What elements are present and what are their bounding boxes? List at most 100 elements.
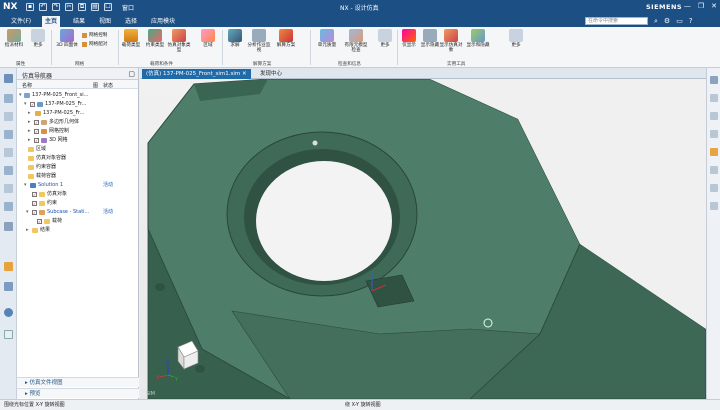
process-studio-icon[interactable] [4,202,13,211]
load-type-button[interactable]: 载荷类型 [119,29,143,48]
copy-icon[interactable]: ⧉ [78,3,86,11]
minimize-button[interactable]: — [684,2,691,10]
simulation-object-type-button[interactable]: 仿真对象类型 [167,29,191,53]
window-icon[interactable]: ▭ [676,17,683,26]
fit-view-icon[interactable] [710,94,718,102]
constraint-type-button[interactable]: 约束类型 [143,29,167,48]
tree-row[interactable]: ✓ 载荷 [17,217,139,226]
column-status[interactable]: 状态 [103,82,113,89]
sim-navigator-tab-icon[interactable] [4,74,13,83]
solve-button[interactable]: 求解 [223,29,247,48]
shading-icon[interactable] [710,148,718,156]
menu-home[interactable]: 主页 [42,16,61,27]
constraint-navigator-icon[interactable] [4,130,13,139]
palette-icon[interactable] [4,282,13,291]
tree-row[interactable]: ✓ 仿真对象 [17,190,139,199]
close-icon[interactable]: ✕ [242,71,247,77]
tree-row[interactable]: ▸ ✓ 多边形几何体 [17,118,139,127]
column-flag[interactable]: 图 [93,82,98,89]
menu-application[interactable]: 应用模块 [148,16,178,27]
3d-tetra-button[interactable]: 3D 四面体 [55,29,79,48]
solution-button[interactable]: 解算方案 [274,29,298,48]
navigator-header: 仿真导航器 ▢ [17,68,138,80]
mesh-mating-button[interactable]: 网格配对 [82,41,107,47]
system-materials-icon[interactable] [4,184,13,193]
column-name[interactable]: 名称 [22,82,32,89]
tree-row[interactable]: ▾ Solution 1 活动 [17,181,139,190]
close-button[interactable]: ✕ [711,2,717,10]
quality-icon [320,29,334,42]
folder-icon [28,147,34,152]
visibility-checkbox[interactable]: ✓ [30,102,35,107]
display-icon[interactable] [710,202,718,210]
visibility-checkbox[interactable]: ✓ [32,192,37,197]
menu-results[interactable]: 结果 [70,16,88,27]
tab-sim-file[interactable]: (仿真) 137-PM-025_Front_sim1.sim ✕ [142,69,251,79]
zoom-icon[interactable] [710,112,718,120]
restore-button[interactable]: ❐ [698,2,704,10]
visibility-checkbox[interactable]: ✓ [34,120,39,125]
preview-section[interactable]: ▸ 预览 [17,388,139,398]
menu-view[interactable]: 视图 [96,16,114,27]
tree-row[interactable]: 约束容器 [17,163,139,172]
undo-icon[interactable]: ↶ [39,3,47,11]
rotate-icon[interactable] [710,130,718,138]
tree-row[interactable]: ▸ ✓ 网格控制 [17,127,139,136]
navigator-menu-icon[interactable]: ▢ [128,70,135,78]
menu-select[interactable]: 选择 [122,16,140,27]
section-icon[interactable] [710,184,718,192]
tree-row[interactable]: ▸ 137-PM-025_Fr... [17,109,139,118]
tree-row[interactable]: ▾ ✓ 137-PM-025_Fr... [17,100,139,109]
fem-check-button[interactable]: 有限元模型检查 [344,29,368,53]
command-search-input[interactable]: 在命令中搜索 [585,17,648,25]
tree-row[interactable]: 仿真对象容器 [17,154,139,163]
show-sim-object-button[interactable]: 显示仿真对象 [439,29,463,53]
redo-icon[interactable]: ↷ [52,3,60,11]
web-browser-icon[interactable] [4,262,13,271]
paste-icon[interactable]: ▤ [91,3,99,11]
visibility-checkbox[interactable]: ✓ [37,219,42,224]
touch-mode-icon[interactable]: ☐ [104,3,112,11]
tree-row[interactable]: ▸ 结果 [17,226,139,235]
region-button[interactable]: 区域 [196,29,220,48]
menu-file[interactable]: 文件(F) [8,16,34,27]
more-utility-button[interactable]: 更多 [504,29,528,48]
element-quality-button[interactable]: 单元质量 [315,29,339,48]
analysis-monitor-button[interactable]: 分析作业监视 [247,29,271,53]
tree-row[interactable]: ▸ ✓ 3D 网格 [17,136,139,145]
help-icon[interactable]: ? [689,17,693,26]
tree-row[interactable]: ✓ 约束 [17,199,139,208]
more-properties-button[interactable]: 更多 [26,29,50,48]
settings-icon[interactable]: ⚙ [664,17,670,26]
visibility-checkbox[interactable]: ✓ [32,201,37,206]
more-check-button[interactable]: 更多 [373,29,397,48]
mesh-control-button[interactable]: 网格控制 [82,32,107,38]
assign-material-button[interactable]: 指派材料 [2,29,26,48]
history-icon[interactable] [4,166,13,175]
assembly-navigator-icon[interactable] [4,112,13,121]
tab-discovery-center[interactable]: 发现中心 [256,69,286,79]
constraint-icon [148,29,162,42]
visibility-checkbox[interactable]: ✓ [34,138,39,143]
sim-file-view-section[interactable]: ▸ 仿真文件视图 [17,377,139,387]
help-globe-icon[interactable] [4,308,13,317]
save-icon[interactable]: ▪ [26,3,34,11]
history-clock-icon[interactable] [4,330,13,339]
search-icon[interactable]: ⌕ [654,17,658,26]
tree-row[interactable]: 载荷容器 [17,172,139,181]
model-view[interactable]: X Y Z SIM [140,79,706,399]
tree-row[interactable]: 区域 [17,145,139,154]
reuse-library-icon[interactable] [4,148,13,157]
visibility-checkbox[interactable]: ✓ [34,129,39,134]
visibility-checkbox[interactable]: ✓ [32,210,37,215]
part-navigator-icon[interactable] [4,94,13,103]
cut-icon[interactable]: ✂ [65,3,73,11]
help-icon[interactable] [710,76,718,84]
show-hide-button[interactable]: 显示和隐藏 [466,29,490,48]
orient-icon[interactable] [710,166,718,174]
tree-row[interactable]: ▾ 137-PM-025_Front_si... [17,91,139,100]
tree-row[interactable]: ▾ ✓ Subcase - Stati... 活动 [17,208,139,217]
window-menu[interactable]: 窗口 [122,3,134,12]
graphics-window[interactable]: X Y Z SIM [140,79,706,399]
roles-icon[interactable] [4,222,13,231]
